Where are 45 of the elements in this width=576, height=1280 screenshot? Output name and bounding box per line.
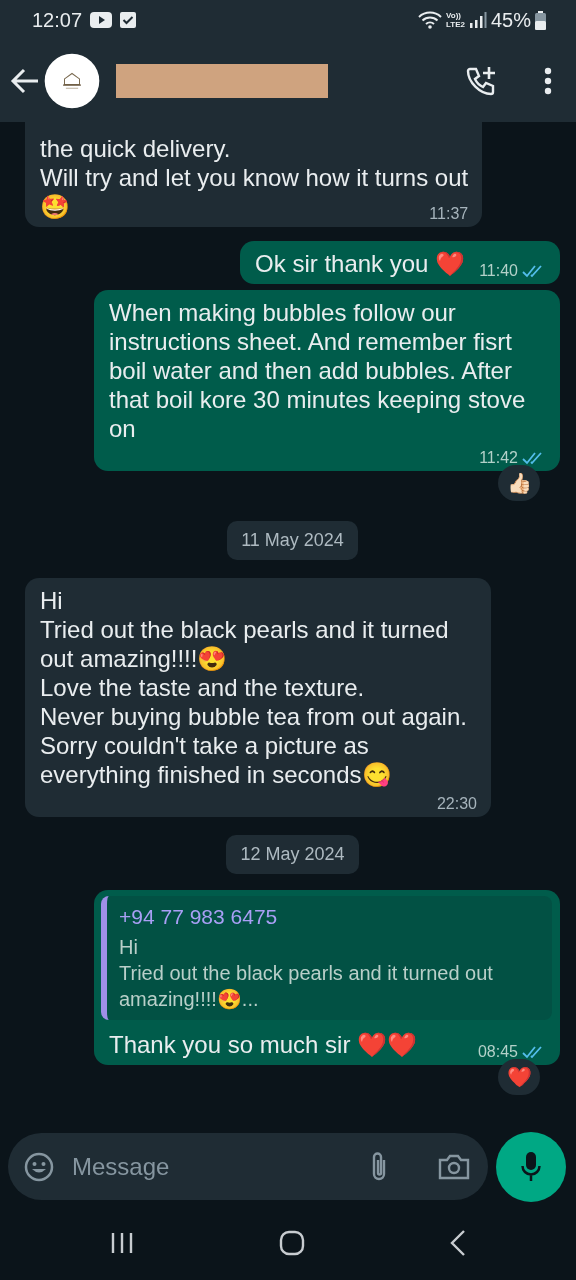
clock-time: 12:07 bbox=[32, 8, 83, 33]
message-text: Hi bbox=[40, 587, 63, 614]
message-time: 08:45 bbox=[477, 1043, 518, 1061]
reaction-badge[interactable]: 👍🏻 bbox=[498, 465, 540, 501]
message-text: the quick delivery. bbox=[40, 135, 231, 162]
contact-avatar[interactable] bbox=[44, 53, 100, 109]
date-chip: 12 May 2024 bbox=[226, 835, 359, 874]
message-input[interactable]: Message bbox=[70, 1147, 350, 1186]
message-time: 11:42 bbox=[479, 449, 518, 467]
date-chip: 11 May 2024 bbox=[227, 521, 358, 560]
more-options-button[interactable] bbox=[544, 67, 552, 95]
checkbox-notification-icon bbox=[120, 12, 137, 28]
message-time: 11:37 bbox=[429, 205, 469, 223]
battery-percentage: 45% bbox=[490, 8, 531, 33]
message-text: Love the taste and the texture. bbox=[40, 674, 365, 701]
recent-apps-button[interactable] bbox=[110, 1231, 134, 1254]
signal-icon bbox=[468, 12, 487, 28]
video-app-icon bbox=[90, 12, 113, 28]
message-time: 22:30 bbox=[436, 795, 477, 813]
camera-icon[interactable] bbox=[438, 1153, 470, 1180]
message-text: Hi bbox=[119, 936, 138, 958]
message-text: Tried out the black pearls and it turned out amazing!!!!😍 bbox=[40, 616, 449, 672]
emoji-icon[interactable] bbox=[24, 1151, 54, 1182]
home-button[interactable] bbox=[279, 1229, 305, 1256]
quoted-message[interactable]: +94 77 983 6475 Hi Tried out the black pearls and it turned out amazing!!!!😍... bbox=[101, 896, 552, 1020]
reaction-badge[interactable]: ❤ bbox=[498, 1059, 540, 1095]
message-text: Ok sir thank you ❤ bbox=[255, 249, 466, 278]
message-field[interactable]: Message bbox=[8, 1133, 488, 1200]
quoted-author: +94 77 983 6475 bbox=[119, 904, 279, 930]
message-text: Never buying bubble tea from out again. bbox=[40, 703, 467, 730]
message-text: Tried out the black pearls and it turned out amazing!!!!😍... bbox=[119, 962, 493, 1010]
microphone-icon bbox=[521, 1150, 541, 1183]
back-nav-button[interactable] bbox=[450, 1229, 466, 1256]
message-text: Will try and let you know how it turns out bbox=[40, 164, 469, 191]
back-button[interactable] bbox=[10, 68, 40, 94]
message-text: Thank you so much sir ❤❤ bbox=[109, 1030, 418, 1059]
message-text: Sorry couldn't take a picture as everything finished in seconds😋 bbox=[40, 731, 393, 789]
wifi-icon bbox=[418, 11, 442, 29]
add-call-button[interactable] bbox=[466, 66, 496, 96]
network-label: LTE2 bbox=[446, 20, 465, 29]
network-label: Vo)) bbox=[446, 11, 462, 20]
message-text: 🤩 bbox=[40, 192, 70, 221]
message-time: 11:40 bbox=[479, 262, 518, 280]
battery-icon bbox=[535, 10, 546, 30]
message-text: When making bubbles follow our instructions sheet. And remember fisrt boil water and then add bubbles. After that boil kore 30 minutes keeping stove on bbox=[109, 298, 527, 443]
